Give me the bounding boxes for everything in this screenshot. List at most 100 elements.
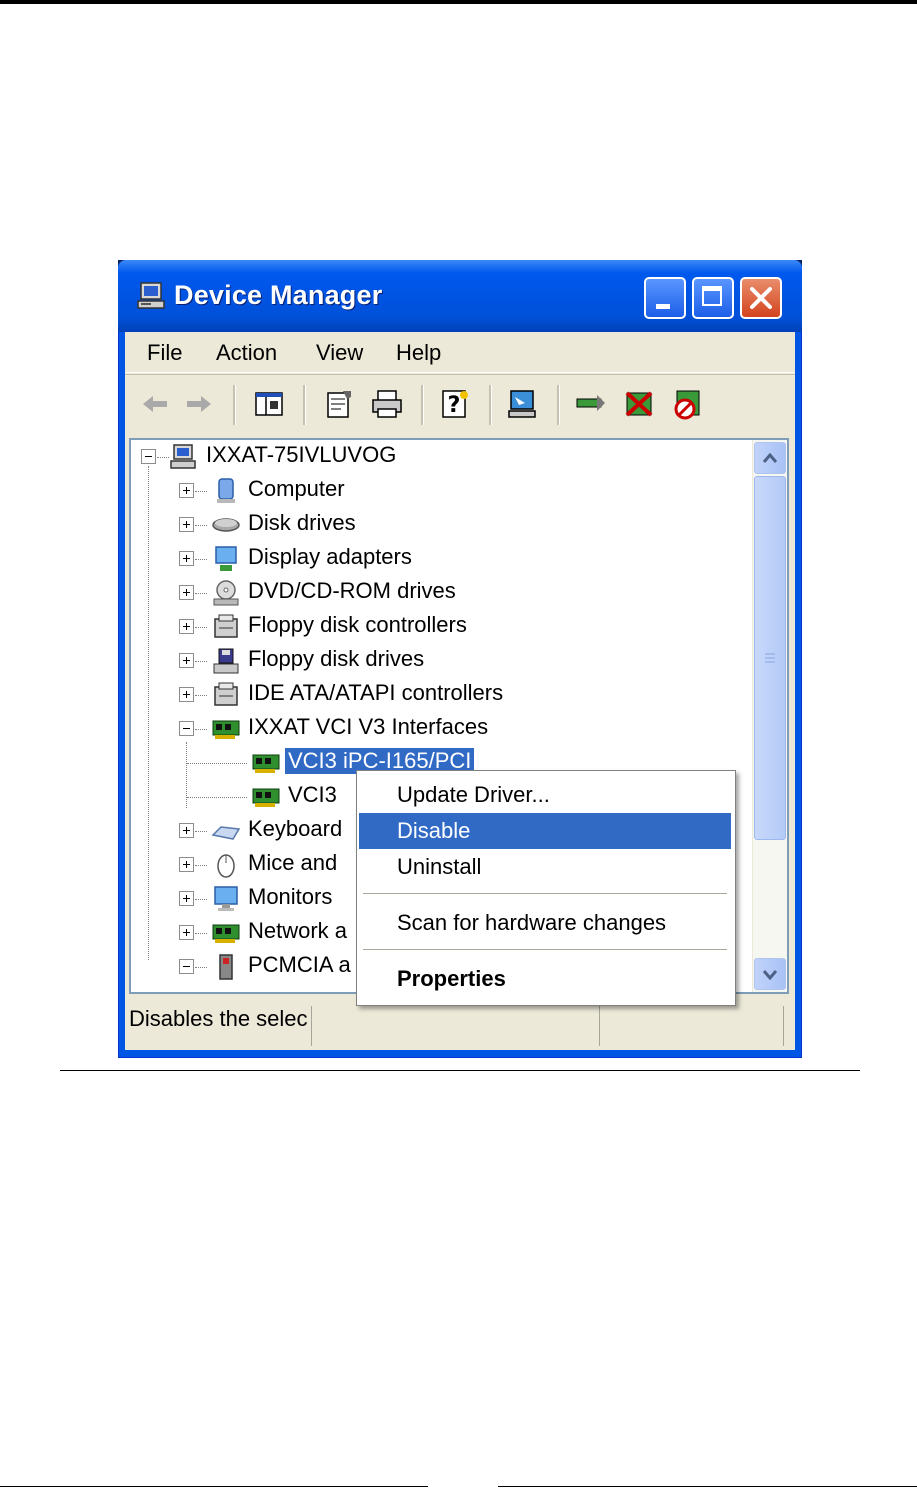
expand-toggle[interactable] xyxy=(179,891,194,906)
footer-rule-right xyxy=(498,1486,917,1487)
expand-toggle[interactable] xyxy=(179,823,194,838)
tree-guide-line xyxy=(195,661,207,663)
close-icon xyxy=(750,287,772,309)
disable-icon[interactable] xyxy=(669,387,705,421)
tree-item-ide-controllers[interactable]: IDE ATA/ATAPI controllers xyxy=(131,678,731,712)
menu-item-scan-hardware[interactable]: Scan for hardware changes xyxy=(359,905,731,941)
expand-toggle[interactable] xyxy=(179,653,194,668)
mouse-icon xyxy=(217,854,235,878)
menu-item-label: Properties xyxy=(397,966,506,991)
tree-guide-line xyxy=(157,457,169,459)
menu-separator xyxy=(363,949,727,950)
maximize-button[interactable] xyxy=(692,277,734,319)
scroll-down-button[interactable] xyxy=(754,958,786,990)
tree-item-ixxat-interfaces[interactable]: IXXAT VCI V3 Interfaces xyxy=(131,712,731,746)
svg-text:?: ? xyxy=(448,393,461,418)
tree-item-label: IXXAT VCI V3 Interfaces xyxy=(248,714,489,739)
controller-icon xyxy=(214,682,238,706)
expand-toggle[interactable] xyxy=(179,483,194,498)
scroll-thumb[interactable] xyxy=(754,476,786,840)
menu-item-label: Disable xyxy=(397,818,471,843)
scroll-up-button[interactable] xyxy=(754,442,786,474)
expand-toggle[interactable] xyxy=(179,687,194,702)
menu-separator xyxy=(363,893,727,894)
collapse-toggle[interactable] xyxy=(179,959,194,974)
tree-item-computer[interactable]: Computer xyxy=(131,474,731,508)
tree-item-label: Monitors xyxy=(248,884,333,909)
computer-icon xyxy=(217,478,235,503)
toolbar: ? xyxy=(125,374,795,435)
menu-action[interactable]: Action xyxy=(216,340,277,366)
expand-toggle[interactable] xyxy=(179,925,194,940)
menu-item-disable[interactable]: Disable xyxy=(359,813,731,849)
tree-item-label: Display adapters xyxy=(248,544,412,569)
title-bar[interactable]: Device Manager xyxy=(118,260,802,332)
show-hide-console-tree-icon[interactable] xyxy=(251,387,287,421)
tree-guide-line xyxy=(195,865,207,867)
tree-guide-line xyxy=(195,831,207,833)
tree-guide-line xyxy=(195,695,207,697)
menu-bar: File Action View Help xyxy=(125,332,795,373)
tree-guide-line xyxy=(195,899,207,901)
cdrom-icon xyxy=(213,580,239,606)
keyboard-icon xyxy=(211,826,241,840)
vertical-scrollbar[interactable] xyxy=(752,440,787,992)
tree-item-display-adapters[interactable]: Display adapters xyxy=(131,542,731,576)
update-driver-icon[interactable] xyxy=(573,387,609,421)
menu-file[interactable]: File xyxy=(147,340,182,366)
maximize-icon xyxy=(702,286,722,306)
controller-icon xyxy=(214,614,238,638)
network-card-icon xyxy=(212,924,240,943)
close-button[interactable] xyxy=(740,277,782,319)
tree-guide-line xyxy=(195,627,207,629)
tree-item-floppy-drives[interactable]: Floppy disk drives xyxy=(131,644,731,678)
toolbar-separator xyxy=(233,385,236,425)
pcmcia-icon xyxy=(219,954,233,980)
floppy-drive-icon xyxy=(213,648,239,674)
network-card-icon xyxy=(212,720,240,739)
help-icon[interactable]: ? xyxy=(437,387,473,421)
collapse-toggle[interactable] xyxy=(179,721,194,736)
minimize-button[interactable] xyxy=(644,277,686,319)
expand-toggle[interactable] xyxy=(179,585,194,600)
expand-toggle[interactable] xyxy=(179,517,194,532)
menu-item-properties[interactable]: Properties xyxy=(359,961,731,997)
print-icon[interactable] xyxy=(369,387,405,421)
menu-item-label: Update Driver... xyxy=(397,782,550,807)
expand-toggle[interactable] xyxy=(179,857,194,872)
menu-item-update-driver[interactable]: Update Driver... xyxy=(359,777,731,813)
properties-icon[interactable] xyxy=(321,387,357,421)
grip-icon xyxy=(765,653,775,663)
network-card-icon xyxy=(252,788,280,807)
tree-item-label: Mice and xyxy=(248,850,338,875)
tree-item-dvd-cdrom[interactable]: DVD/CD-ROM drives xyxy=(131,576,731,610)
back-arrow-icon[interactable] xyxy=(137,387,173,421)
tree-guide-line xyxy=(195,491,207,493)
tree-item-label: DVD/CD-ROM drives xyxy=(248,578,456,603)
menu-help[interactable]: Help xyxy=(396,340,441,366)
computer-icon xyxy=(170,444,196,469)
minimize-icon xyxy=(656,304,670,309)
tree-item-disk-drives[interactable]: Disk drives xyxy=(131,508,731,542)
status-pane-empty xyxy=(315,1006,600,1046)
top-rule xyxy=(0,0,917,4)
context-menu: Update Driver... Disable Uninstall Scan … xyxy=(356,770,736,1006)
tree-guide-line xyxy=(187,797,247,799)
disk-drive-icon xyxy=(212,518,240,532)
menu-view[interactable]: View xyxy=(316,340,363,366)
status-text: Disables the selec xyxy=(129,1006,312,1046)
tree-root[interactable]: IXXAT-75IVLUVOG xyxy=(131,440,731,474)
monitor-icon xyxy=(214,886,238,911)
expand-toggle[interactable] xyxy=(179,619,194,634)
scan-hardware-icon[interactable] xyxy=(505,387,541,421)
collapse-toggle[interactable] xyxy=(141,449,156,464)
tree-item-label: Disk drives xyxy=(248,510,356,535)
uninstall-icon[interactable] xyxy=(621,387,657,421)
forward-arrow-icon[interactable] xyxy=(181,387,217,421)
tree-item-floppy-controllers[interactable]: Floppy disk controllers xyxy=(131,610,731,644)
menu-item-uninstall[interactable]: Uninstall xyxy=(359,849,731,885)
window-title: Device Manager xyxy=(174,280,383,310)
network-card-icon xyxy=(252,754,280,773)
expand-toggle[interactable] xyxy=(179,551,194,566)
tree-guide-line xyxy=(195,525,207,527)
